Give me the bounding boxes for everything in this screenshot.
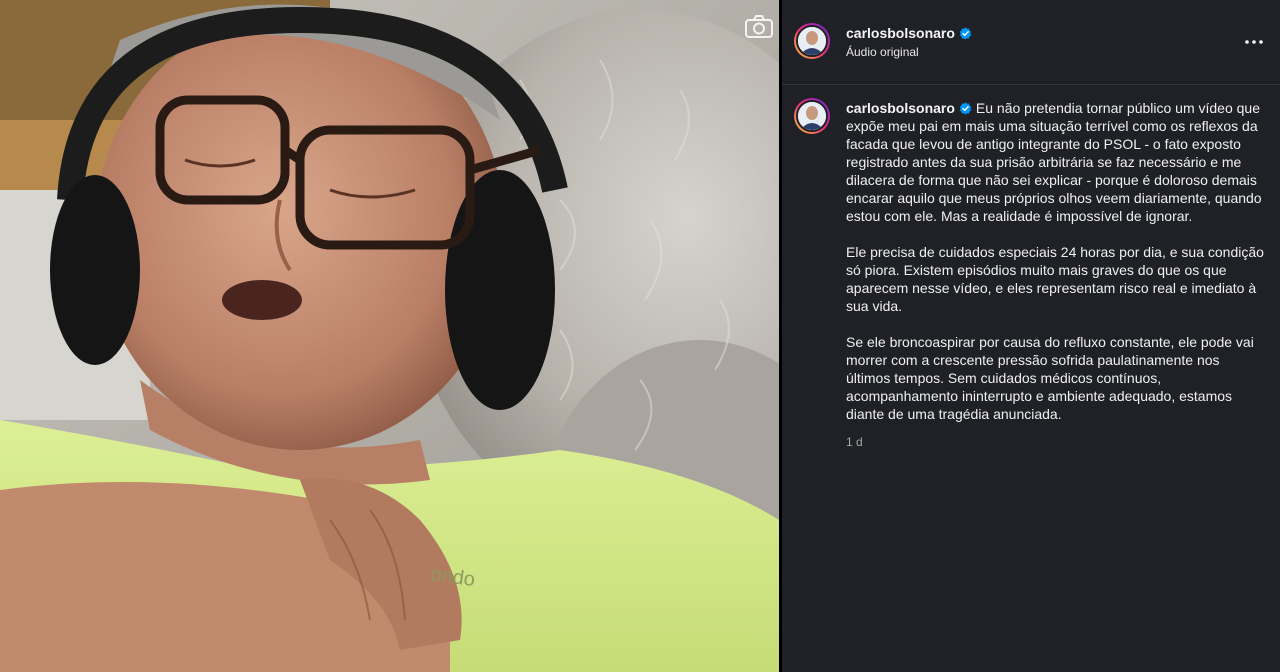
post-header: carlosbolsonaro Áudio original [782, 0, 1280, 85]
camera-icon[interactable] [744, 14, 774, 40]
caption-username[interactable]: carlosbolsonaro [846, 100, 972, 116]
avatar[interactable] [794, 23, 830, 59]
original-audio-link[interactable]: Áudio original [846, 45, 919, 59]
caption-avatar[interactable] [794, 98, 830, 134]
caption-paragraph: Se ele broncoaspirar por causa do reflux… [846, 334, 1254, 422]
avatar-photo [798, 27, 826, 55]
more-options-icon[interactable] [1242, 32, 1266, 52]
caption-paragraph: carlosbolsonaro Eu não pretendia tornar … [846, 99, 1266, 225]
avatar-photo [798, 102, 826, 130]
post-details-panel: carlosbolsonaro Áudio original carlosbol… [782, 0, 1280, 672]
caption-paragraph: Ele precisa de cuidados especiais 24 hor… [846, 244, 1264, 314]
header-username[interactable]: carlosbolsonaro [846, 25, 972, 41]
video-frame: ondo [0, 0, 779, 672]
caption-username-text[interactable]: carlosbolsonaro [846, 100, 955, 116]
verified-badge-icon [959, 102, 972, 115]
verified-badge-icon [959, 27, 972, 40]
post-timestamp[interactable]: 1 d [846, 435, 863, 449]
post-media-video[interactable]: ondo [0, 0, 779, 672]
header-username-text[interactable]: carlosbolsonaro [846, 25, 955, 41]
caption-text-1: Eu não pretendia tornar público um vídeo… [846, 100, 1262, 224]
post-caption: carlosbolsonaro Eu não pretendia tornar … [846, 99, 1266, 441]
